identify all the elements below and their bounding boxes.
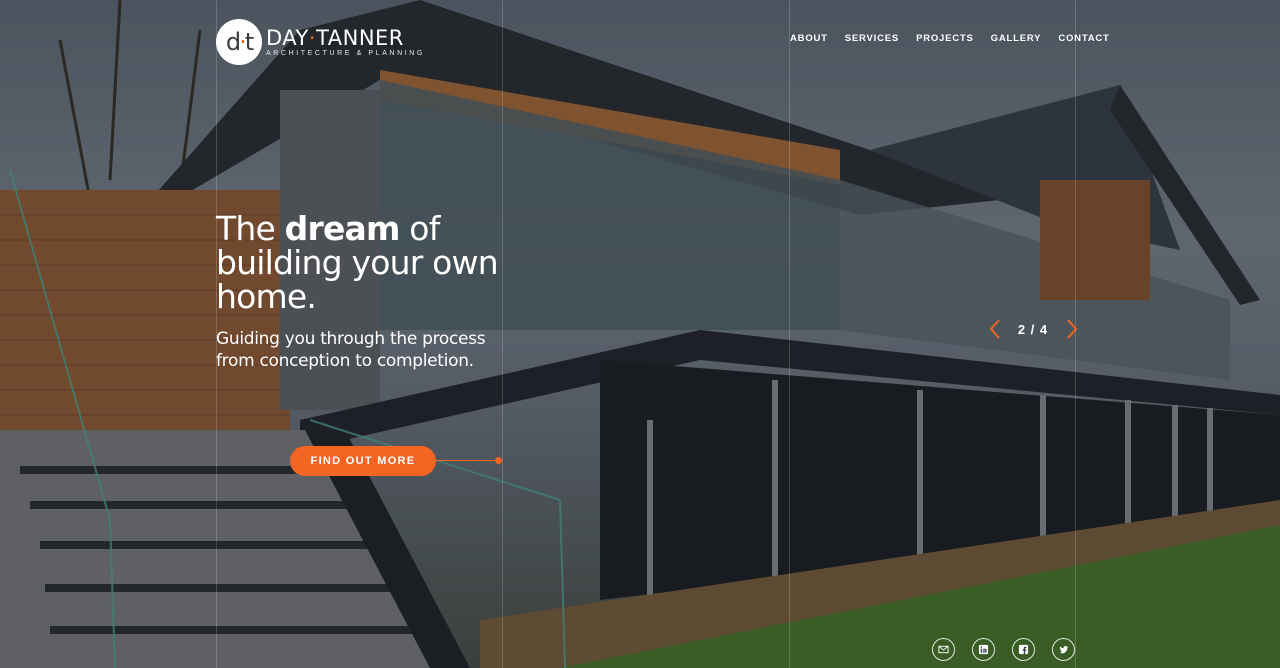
nav-item-gallery[interactable]: GALLERY (991, 33, 1042, 44)
facebook-link[interactable] (1012, 638, 1035, 661)
brand-name: DAY·TANNER (266, 25, 404, 50)
hero-headline: The dream of building your own home. (216, 209, 499, 316)
site-logo[interactable]: d·t DAY·TANNER ARCHITECTURE & PLANNING (216, 19, 425, 65)
facebook-icon (1018, 644, 1029, 655)
hero-subheadline: Guiding you through the process from con… (216, 329, 486, 371)
main-nav: ABOUT SERVICES PROJECTS GALLERY CONTACT (790, 33, 1110, 44)
linkedin-link[interactable] (972, 638, 995, 661)
mail-icon (938, 645, 949, 654)
cta-connector-dot (495, 457, 502, 464)
nav-item-services[interactable]: SERVICES (845, 33, 899, 44)
mail-link[interactable] (932, 638, 955, 661)
slide-counter: 2 / 4 (1017, 322, 1049, 337)
slider-prev-button[interactable] (987, 318, 1003, 340)
linkedin-icon (978, 644, 989, 655)
nav-item-about[interactable]: ABOUT (790, 33, 828, 44)
brand-tagline: ARCHITECTURE & PLANNING (266, 49, 425, 57)
hero-background (0, 0, 1280, 668)
nav-item-contact[interactable]: CONTACT (1058, 33, 1109, 44)
twitter-icon (1059, 646, 1069, 654)
find-out-more-button[interactable]: FIND OUT MORE (290, 446, 436, 476)
chevron-left-icon (989, 319, 1000, 339)
twitter-link[interactable] (1052, 638, 1075, 661)
logo-mark: d·t (216, 19, 262, 65)
dark-overlay (0, 0, 1280, 668)
social-links (932, 638, 1075, 661)
slider-next-button[interactable] (1064, 318, 1080, 340)
grid-guide-line (789, 0, 790, 668)
cta-connector-line (436, 460, 498, 461)
chevron-right-icon (1067, 319, 1078, 339)
nav-item-projects[interactable]: PROJECTS (916, 33, 974, 44)
